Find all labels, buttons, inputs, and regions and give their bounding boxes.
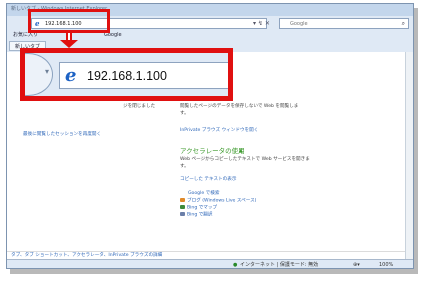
translate-icon — [180, 212, 185, 216]
chevron-down-icon: ▾ — [45, 67, 50, 76]
bing-map-link[interactable]: Bing でマップ — [180, 205, 217, 212]
internet-zone-icon: ● — [233, 262, 238, 268]
security-zone-text[interactable]: インターネット | 保護モード: 無効 — [240, 260, 318, 268]
accelerators-desc: Web ページからコピーしたテキストで Web サービスを開きま — [180, 157, 310, 162]
bing-translate-link[interactable]: Bing で翻訳 — [180, 212, 213, 219]
search-input[interactable]: Google — [290, 20, 308, 28]
inprivate-desc-2: す。 — [180, 111, 189, 116]
zoom-level[interactable]: 100% — [379, 260, 393, 268]
bing-translate-label: Bing で翻訳 — [187, 212, 213, 218]
closed-pages-text: ジを閉じました — [123, 104, 156, 109]
search-icon[interactable]: ⌕ — [402, 19, 405, 29]
address-highlight-box — [28, 9, 110, 33]
show-copied-text-link[interactable]: コピーした テキストの表示 — [180, 177, 236, 183]
zoomed-url: 192.168.1.100 — [87, 69, 167, 83]
callout-arrow-icon — [60, 40, 78, 48]
inprivate-desc: 閲覧したページのデータを保存しないで Web を閲覧しま — [180, 104, 299, 109]
blog-link-label: ブログ (Windows Live スペース) — [187, 198, 257, 204]
inprivate-link[interactable]: InPrivate ブラウズ ウィンドウを開く — [180, 128, 258, 134]
reopen-session-link[interactable]: 最後に閲覧したセッションを再度開く — [23, 132, 101, 138]
map-icon — [180, 205, 185, 209]
footer-divider — [7, 251, 405, 252]
accelerators-heading: アクセラレータの使用 — [180, 147, 245, 155]
status-bar: ● インターネット | 保護モード: 無効 ⊕▾ 100% — [7, 259, 413, 268]
protected-mode-icon[interactable]: ⊕▾ — [353, 260, 360, 268]
google-search-link[interactable]: Google で検索 — [188, 191, 219, 197]
zoomed-address-callout: ▾ e 192.168.1.100 — [20, 48, 233, 101]
blog-link[interactable]: ブログ (Windows Live スペース) — [180, 198, 256, 205]
address-tool-icons[interactable]: ▾ ↯ ✕ — [253, 18, 270, 29]
ie-page-icon-large: e — [65, 65, 77, 86]
blog-icon — [180, 198, 185, 202]
collapse-icon[interactable]: ▲ — [239, 148, 243, 154]
zoomed-address-field: e 192.168.1.100 — [59, 62, 228, 89]
bing-map-label: Bing でマップ — [187, 205, 218, 211]
accelerators-desc-2: す。 — [180, 164, 189, 169]
vertical-scrollbar[interactable] — [405, 52, 413, 259]
search-box[interactable]: Google ⌕ — [279, 18, 409, 29]
